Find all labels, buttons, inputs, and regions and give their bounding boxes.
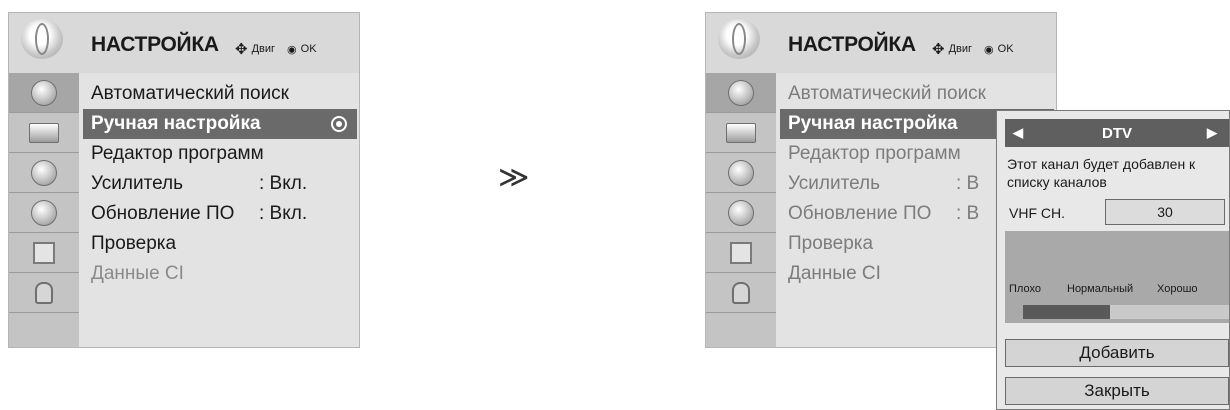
signal-label-normal: Нормальный [1067, 283, 1134, 295]
menu-header: НАСТРОЙКА ✥ Двиг ◉ OK [9, 13, 359, 61]
tv-screen-icon[interactable] [9, 113, 79, 153]
antenna-icon[interactable] [706, 73, 776, 113]
ok-radio-icon [331, 116, 347, 132]
menu-item-manual-tuning[interactable]: Ручная настройка [83, 109, 357, 139]
setup-logo-icon [718, 19, 760, 59]
booster-value: : Вкл. [259, 173, 308, 194]
transition-arrow-icon: ≫ [498, 161, 530, 194]
channel-label: VHF CH. [1009, 205, 1065, 221]
add-button[interactable]: Добавить [1005, 339, 1229, 367]
ok-button-icon: ◉ [984, 43, 994, 56]
close-button[interactable]: Закрыть [1005, 377, 1229, 405]
category-icon-column [706, 73, 777, 347]
channel-input[interactable]: 30 [1105, 199, 1225, 225]
mode-label: DTV [1102, 125, 1132, 142]
speaker-icon[interactable] [9, 153, 79, 193]
lock-icon[interactable] [9, 273, 79, 313]
speaker-icon[interactable] [706, 153, 776, 193]
nav-hint: ✥ Двиг ◉ OK [932, 40, 1014, 58]
menu-item-program-editor[interactable]: Редактор программ [91, 139, 349, 169]
signal-label-bad: Плохо [1009, 283, 1041, 295]
booster-value: : В [956, 173, 980, 194]
signal-strength-fill [1023, 305, 1111, 319]
popup-message: Этот канал будет добавлен к списку канал… [1007, 156, 1196, 190]
menu-item-auto-search[interactable]: Автоматический поиск [788, 79, 1046, 109]
hint-move-label: Двиг [251, 43, 276, 55]
hint-ok-label: OK [300, 43, 317, 55]
menu-item-auto-search[interactable]: Автоматический поиск [91, 79, 349, 109]
menu-item-ci-info: Данные CI [91, 263, 184, 284]
menu-header: НАСТРОЙКА ✥ Двиг ◉ OK [706, 13, 1056, 61]
signal-strength-bar [1023, 305, 1229, 319]
menu-item-software-update[interactable]: Обновление ПО: Вкл. [91, 199, 349, 229]
hint-ok-label: OK [997, 43, 1014, 55]
software-update-value: : Вкл. [259, 203, 308, 224]
mode-selector[interactable]: ◀ DTV ▶ [1005, 119, 1229, 147]
menu-title: НАСТРОЙКА [788, 33, 916, 56]
ok-button-icon: ◉ [287, 43, 297, 56]
software-update-value: : В [956, 203, 980, 224]
right-arrow-icon[interactable]: ▶ [1207, 125, 1217, 141]
setup-menu-left: НАСТРОЙКА ✥ Двиг ◉ OK Автоматический пои… [8, 12, 360, 348]
signal-panel: Плохо Нормальный Хорошо [1005, 231, 1229, 323]
move-arrows-icon: ✥ [932, 41, 945, 58]
nav-hint: ✥ Двиг ◉ OK [235, 40, 317, 58]
hint-move-label: Двиг [948, 43, 973, 55]
menu-title: НАСТРОЙКА [91, 33, 219, 56]
clock-icon[interactable] [9, 193, 79, 233]
setup-logo-icon [21, 19, 63, 59]
signal-label-good: Хорошо [1157, 283, 1198, 295]
menu-item-diagnostics[interactable]: Проверка [91, 229, 349, 259]
lock-icon[interactable] [706, 273, 776, 313]
antenna-icon[interactable] [9, 73, 79, 113]
menu-items: Автоматический поиск Ручная настройка Ре… [79, 73, 359, 347]
option-icon[interactable] [706, 233, 776, 273]
option-icon[interactable] [9, 233, 79, 273]
clock-icon[interactable] [706, 193, 776, 233]
move-arrows-icon: ✥ [235, 41, 248, 58]
tv-screen-icon[interactable] [706, 113, 776, 153]
category-icon-column [9, 73, 80, 347]
menu-item-booster[interactable]: Усилитель: Вкл. [91, 169, 349, 199]
manual-tuning-popup: ◀ DTV ▶ Этот канал будет добавлен к спис… [996, 110, 1230, 410]
